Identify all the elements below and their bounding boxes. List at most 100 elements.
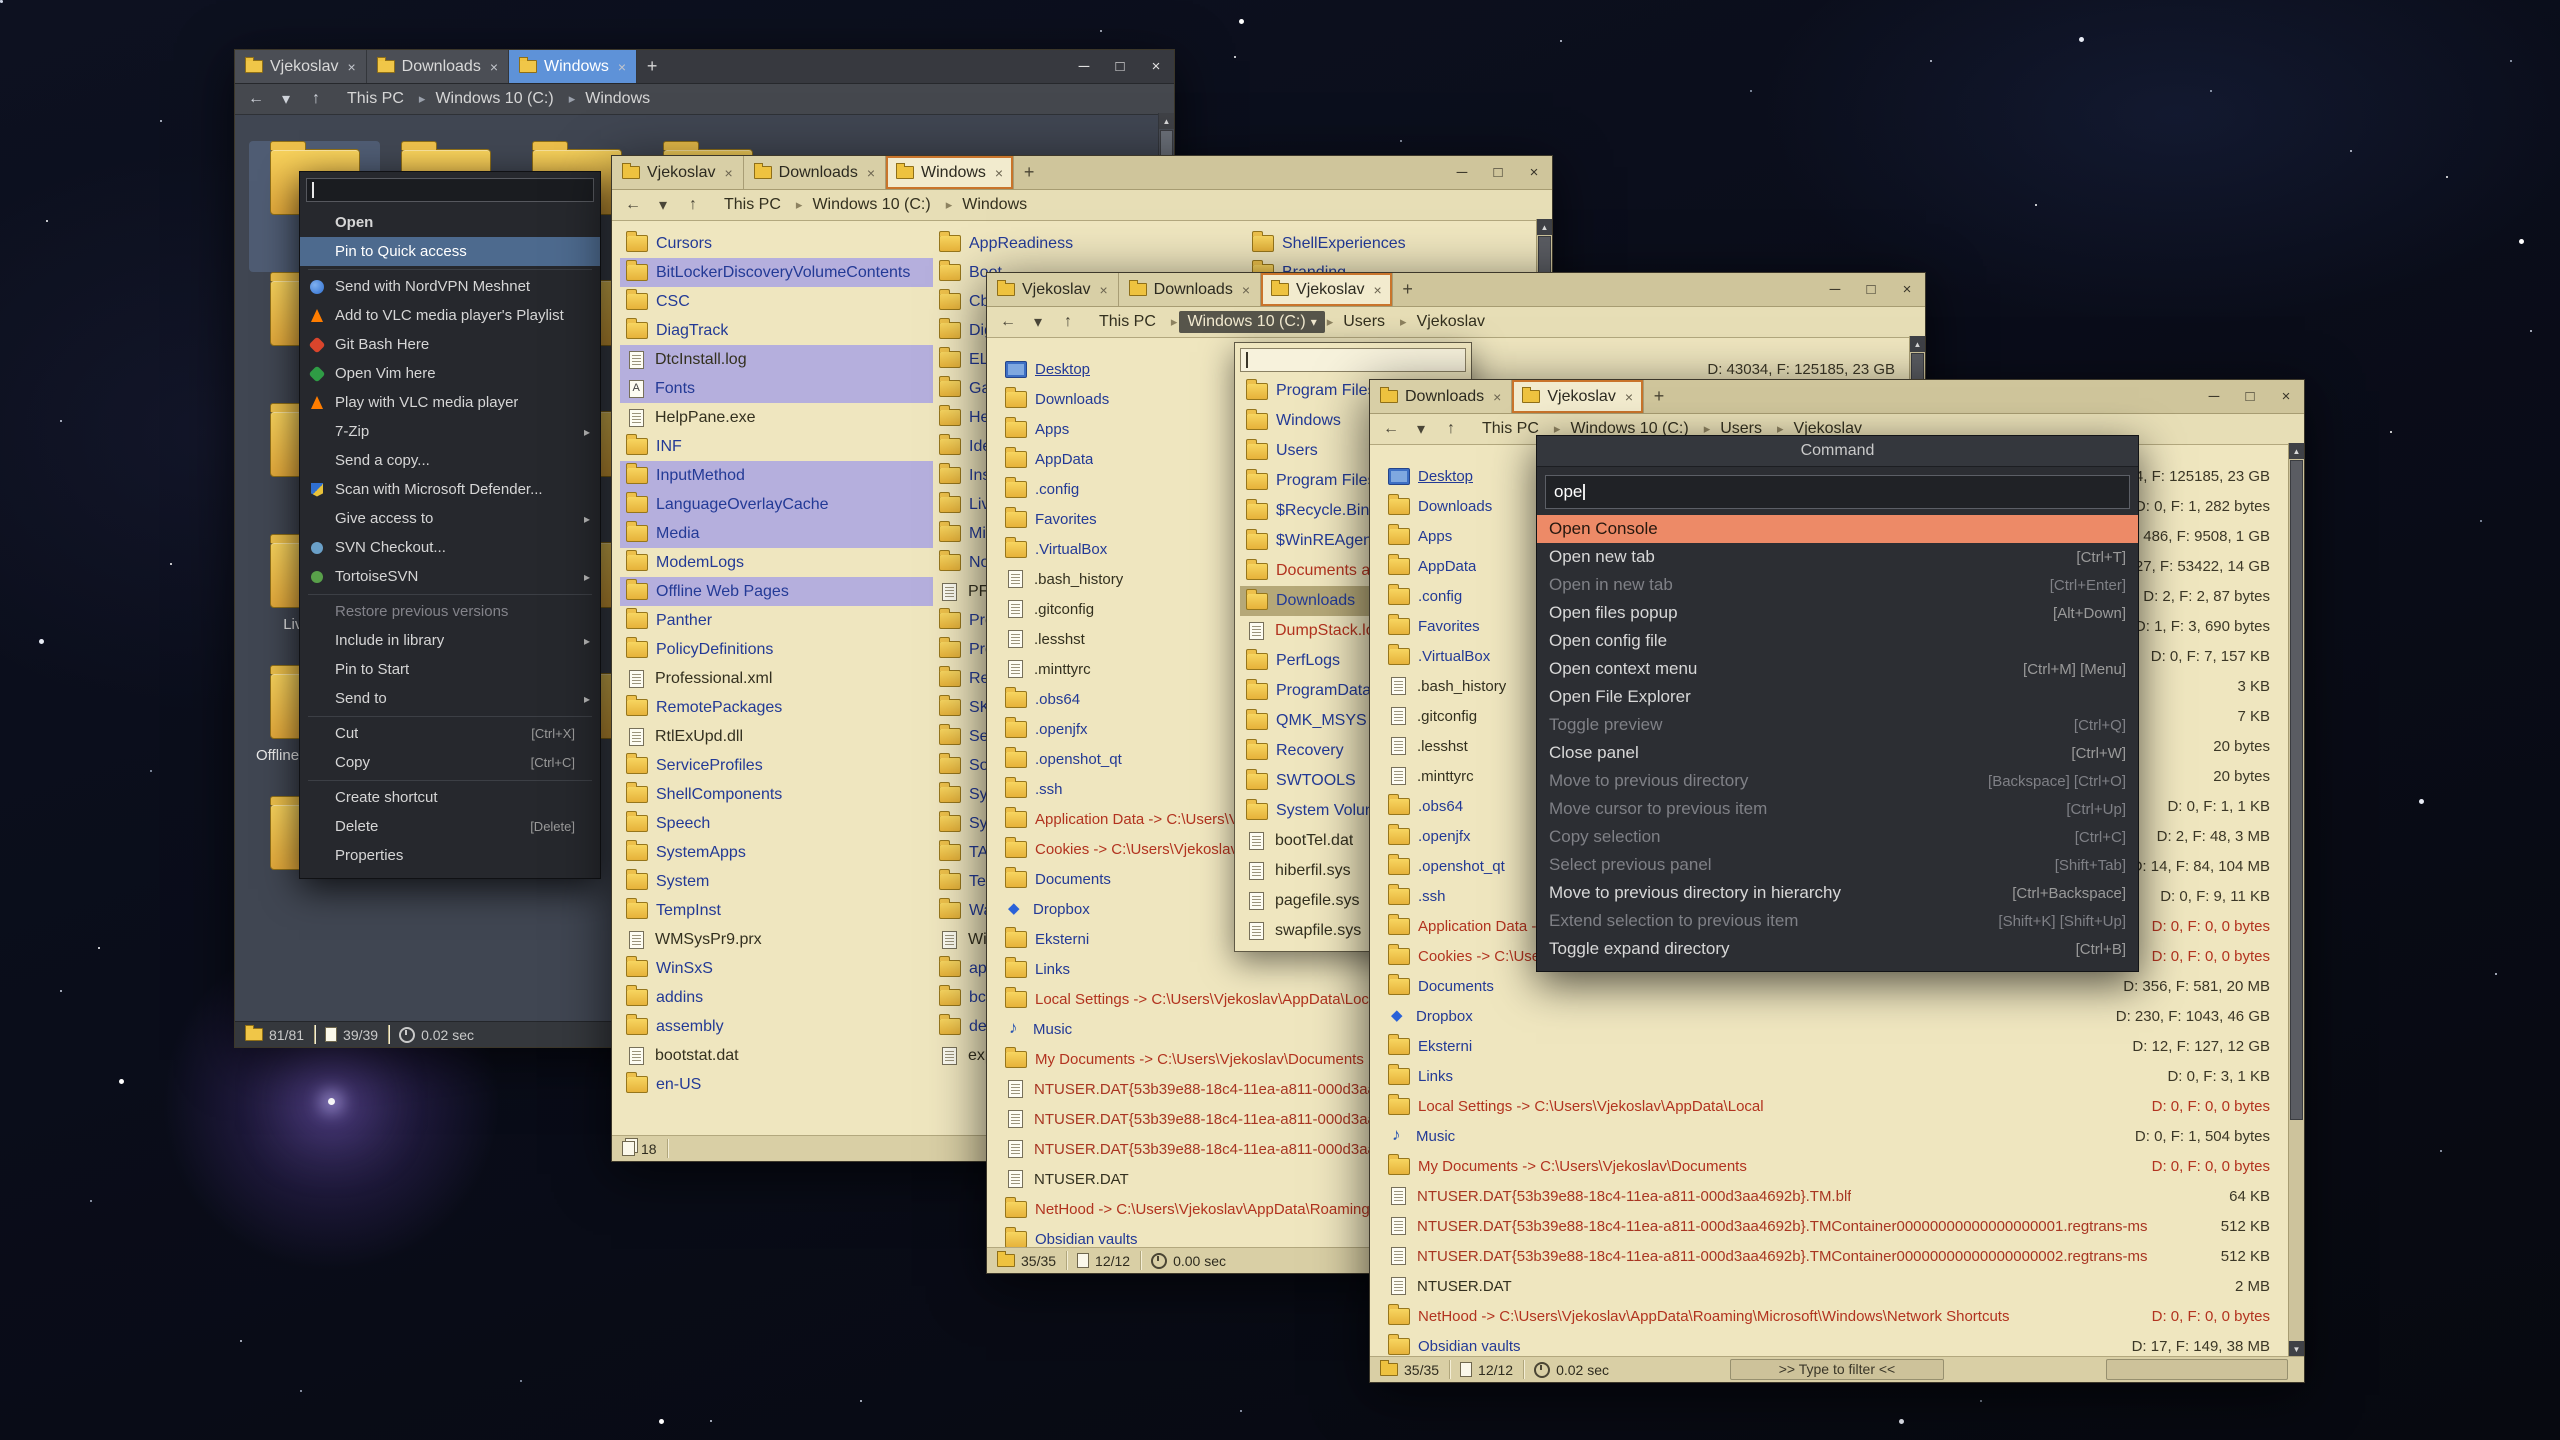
minimize-button[interactable]: ─ [1444, 156, 1480, 189]
tab-close-icon[interactable]: × [1374, 282, 1382, 298]
breadcrumb-item[interactable]: This PC [339, 88, 417, 110]
file-row[interactable]: SystemApps [620, 838, 933, 867]
context-menu-item[interactable] [300, 713, 600, 719]
file-row[interactable]: ServiceProfiles [620, 751, 933, 780]
file-row[interactable]: NTUSER.DAT{53b39e88-18c4-11ea-a811-000d3… [1378, 1181, 2304, 1211]
tab-bar[interactable]: Vjekoslav × Downloads × Windows × [235, 50, 1174, 84]
file-row[interactable]: Eksterni D: 12, F: 127, 12 GB [1378, 1031, 2304, 1061]
file-row[interactable]: Local Settings -> C:\Users\Vjekoslav\App… [1378, 1091, 2304, 1121]
context-menu-item[interactable]: Include in library ▸ [300, 626, 600, 655]
file-row[interactable]: Panther [620, 606, 933, 635]
scroll-up-icon[interactable]: ▲ [2289, 443, 2304, 459]
history-menu-button[interactable]: ▾ [1408, 419, 1434, 439]
tab-close-icon[interactable]: × [618, 59, 626, 75]
file-row[interactable]: NTUSER.DAT 2 MB [1378, 1271, 2304, 1301]
command-item[interactable]: Open config file [1537, 627, 2138, 655]
file-row[interactable]: Dropbox D: 230, F: 1043, 46 GB [1378, 1001, 2304, 1031]
file-row[interactable]: BitLockerDiscoveryVolumeContents [620, 258, 933, 287]
context-menu-item[interactable] [300, 591, 600, 597]
command-item[interactable]: Move to previous directory [Backspace] [… [1537, 767, 2138, 795]
command-input[interactable]: ope [1545, 475, 2130, 509]
scrollbar-thumb[interactable] [2290, 460, 2303, 1120]
file-row[interactable]: Links D: 0, F: 3, 1 KB [1378, 1061, 2304, 1091]
command-item[interactable]: Move to previous directory in hierarchy … [1537, 879, 2138, 907]
context-menu-item[interactable]: Add to VLC media player's Playlist [300, 301, 600, 330]
file-row[interactable]: Music D: 0, F: 1, 504 bytes [1378, 1121, 2304, 1151]
file-row[interactable]: NTUSER.DAT{53b39e88-18c4-11ea-a811-000d3… [1378, 1241, 2304, 1271]
command-item[interactable]: Close panel [Ctrl+W] [1537, 739, 2138, 767]
tab-close-icon[interactable]: × [1242, 282, 1250, 298]
context-menu-item[interactable]: Give access to ▸ [300, 504, 600, 533]
tab[interactable]: Vjekoslav × [1261, 273, 1393, 306]
file-row[interactable]: WinSxS [620, 954, 933, 983]
scroll-up-icon[interactable]: ▲ [1537, 219, 1552, 235]
command-item[interactable]: Open context menu [Ctrl+M] [Menu] [1537, 655, 2138, 683]
tab-close-icon[interactable]: × [1625, 389, 1633, 405]
tab[interactable]: Downloads × [744, 156, 886, 189]
context-menu-item[interactable]: Delete [Delete] [300, 812, 600, 841]
file-row[interactable]: Speech [620, 809, 933, 838]
file-row[interactable]: TempInst [620, 896, 933, 925]
file-row[interactable]: Professional.xml [620, 664, 933, 693]
context-menu-item[interactable]: Copy [Ctrl+C] [300, 748, 600, 777]
breadcrumb-item[interactable]: Windows 10 (C:) [804, 194, 943, 216]
tab[interactable]: Windows × [886, 156, 1014, 189]
command-item[interactable]: Open in new tab [Ctrl+Enter] [1537, 571, 2138, 599]
command-item[interactable]: Open new tab [Ctrl+T] [1537, 543, 2138, 571]
tab-bar[interactable]: Downloads × Vjekoslav × + ─ □ × [1370, 380, 2304, 414]
context-menu-item[interactable]: Send to ▸ [300, 684, 600, 713]
tab[interactable]: Vjekoslav × [987, 273, 1119, 306]
context-menu-item[interactable]: Scan with Microsoft Defender... [300, 475, 600, 504]
command-item[interactable]: Toggle preview [Ctrl+Q] [1537, 711, 2138, 739]
new-tab-button[interactable]: + [637, 50, 667, 83]
breadcrumb-item[interactable]: Windows 10 (C:)▾ [1179, 311, 1324, 333]
context-menu-item[interactable]: TortoiseSVN ▸ [300, 562, 600, 591]
tab[interactable]: Downloads × [367, 50, 509, 83]
maximize-button[interactable]: □ [2232, 380, 2268, 413]
breadcrumb-item[interactable]: Windows [577, 88, 663, 110]
file-row[interactable]: DiagTrack [620, 316, 933, 345]
close-button[interactable]: × [2268, 380, 2304, 413]
context-menu-item[interactable]: Restore previous versions [300, 597, 600, 626]
context-menu-item[interactable] [300, 266, 600, 272]
file-row[interactable]: addins [620, 983, 933, 1012]
scroll-up-icon[interactable]: ▲ [1159, 113, 1174, 129]
back-button[interactable]: ← [995, 313, 1021, 331]
context-menu-item[interactable]: Cut [Ctrl+X] [300, 719, 600, 748]
filter-hint[interactable]: >> Type to filter << [1730, 1359, 1944, 1380]
context-menu-item[interactable]: 7-Zip ▸ [300, 417, 600, 446]
status-input-box[interactable] [2106, 1359, 2288, 1380]
back-button[interactable]: ← [620, 196, 646, 214]
file-row[interactable]: My Documents -> C:\Users\Vjekoslav\Docum… [1378, 1151, 2304, 1181]
maximize-button[interactable]: □ [1480, 156, 1516, 189]
context-menu-item[interactable] [300, 777, 600, 783]
file-row[interactable]: en-US [620, 1070, 933, 1099]
file-row[interactable]: System [620, 867, 933, 896]
file-row[interactable]: RtlExUpd.dll [620, 722, 933, 751]
minimize-button[interactable]: ─ [1817, 273, 1853, 306]
command-item[interactable]: Open File Explorer [1537, 683, 2138, 711]
scrollbar[interactable]: ▲ ▼ [2288, 443, 2304, 1357]
command-item[interactable]: Toggle expand directory [Ctrl+B] [1537, 935, 2138, 963]
tab-close-icon[interactable]: × [490, 59, 498, 75]
file-row[interactable]: Documents D: 356, F: 581, 20 MB [1378, 971, 2304, 1001]
breadcrumb-item[interactable]: This PC [716, 194, 794, 216]
tab[interactable]: Vjekoslav × [612, 156, 744, 189]
file-row[interactable]: ModemLogs [620, 548, 933, 577]
context-menu-item[interactable]: Send with NordVPN Meshnet [300, 272, 600, 301]
context-menu-item[interactable]: Play with VLC media player [300, 388, 600, 417]
file-row[interactable]: DtcInstall.log [620, 345, 933, 374]
close-button[interactable]: × [1516, 156, 1552, 189]
context-menu-item[interactable]: Open [300, 208, 600, 237]
file-row[interactable]: InputMethod [620, 461, 933, 490]
context-menu-item[interactable]: Open Vim here [300, 359, 600, 388]
back-button[interactable]: ← [243, 90, 269, 108]
file-row[interactable]: Offline Web Pages [620, 577, 933, 606]
context-menu-item[interactable]: Git Bash Here [300, 330, 600, 359]
back-button[interactable]: ← [1378, 420, 1404, 438]
breadcrumb-item[interactable]: Windows 10 (C:) [427, 88, 566, 110]
context-menu-item[interactable]: Send a copy... [300, 446, 600, 475]
context-menu-item[interactable]: Properties [300, 841, 600, 870]
tab[interactable]: Downloads × [1119, 273, 1261, 306]
tab-bar[interactable]: Vjekoslav × Downloads × Vjekoslav × [987, 273, 1925, 307]
